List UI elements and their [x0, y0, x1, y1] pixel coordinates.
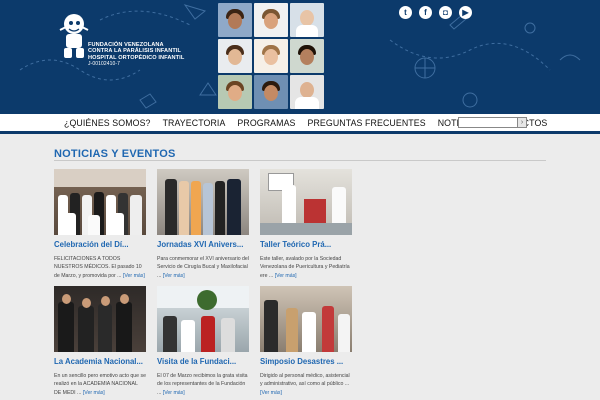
news-photo[interactable] [260, 169, 352, 235]
news-excerpt: FELICITACIONES A TODOS NUESTROS MÉDICOS.… [54, 255, 146, 280]
news-photo[interactable] [54, 286, 146, 352]
news-excerpt: El 07 de Marzo recibimos la grata visita… [157, 372, 249, 397]
children-photo-collage [218, 3, 362, 111]
read-more-link[interactable]: [Ver más] [123, 273, 145, 279]
facebook-icon[interactable]: f [419, 6, 432, 19]
child-photo [218, 75, 252, 109]
news-excerpt: En un sencillo pero emotivo acto que se … [54, 372, 146, 397]
social-links: t f ◘ ▶ [399, 6, 472, 19]
news-card: Jornadas XVI Anivers... Para conmemorar … [157, 169, 249, 280]
read-more-link[interactable]: [Ver más] [83, 390, 105, 396]
child-photo [290, 3, 324, 37]
nav-item-programas[interactable]: PROGRAMAS [231, 118, 301, 128]
news-photo[interactable] [157, 286, 249, 352]
child-photo [218, 3, 252, 37]
child-photo [254, 39, 288, 73]
main-navigation: ¿QUIÉNES SOMOS? TRAYECTORIA PROGRAMAS PR… [0, 114, 600, 134]
news-card: Visita de la Fundaci... El 07 de Marzo r… [157, 286, 249, 397]
nav-item-trayectoria[interactable]: TRAYECTORIA [157, 118, 232, 128]
news-card: Celebración del Dí... FELICITACIONES A T… [54, 169, 146, 280]
news-title[interactable]: Jornadas XVI Anivers... [157, 240, 249, 249]
site-header: FUNDACIÓN VENEZOLANA CONTRA LA PARÁLISIS… [0, 0, 600, 114]
read-more-link[interactable]: [Ver más] [163, 273, 185, 279]
nav-item-preguntas-frecuentes[interactable]: PREGUNTAS FRECUENTES [302, 118, 432, 128]
news-photo[interactable] [157, 169, 249, 235]
news-card: Taller Teórico Prá... Este taller, avala… [260, 169, 352, 280]
instagram-icon[interactable]: ◘ [439, 6, 452, 19]
read-more-link[interactable]: [Ver más] [260, 390, 282, 396]
news-photo[interactable] [54, 169, 146, 235]
news-title[interactable]: Simposio Desastres ... [260, 357, 352, 366]
nav-item-quienes-somos[interactable]: ¿QUIÉNES SOMOS? [58, 118, 157, 128]
twitter-icon[interactable]: t [399, 6, 412, 19]
news-card: Simposio Desastres ... Dirigido al perso… [260, 286, 352, 397]
news-title[interactable]: Celebración del Dí... [54, 240, 146, 249]
news-excerpt-text: Dirigido al personal médico, asistencial… [260, 373, 350, 388]
read-more-link[interactable]: [Ver más] [275, 273, 297, 279]
news-excerpt: Para conmemorar el XVI aniversario del S… [157, 255, 249, 280]
youtube-icon[interactable]: ▶ [459, 6, 472, 19]
search-input[interactable] [458, 117, 518, 128]
news-card: La Academia Nacional... En un sencillo p… [54, 286, 146, 397]
empty-collage-cell [326, 39, 360, 73]
search-button[interactable]: › [517, 117, 527, 128]
news-title[interactable]: Taller Teórico Prá... [260, 240, 352, 249]
news-excerpt: Dirigido al personal médico, asistencial… [260, 372, 352, 397]
news-photo[interactable] [260, 286, 352, 352]
org-rif: J-00102410-7 [88, 61, 121, 68]
empty-collage-cell [326, 75, 360, 109]
news-excerpt: Este taller, avalado por la Sociedad Ven… [260, 255, 352, 280]
child-photo [254, 75, 288, 109]
read-more-link[interactable]: [Ver más] [163, 390, 185, 396]
child-photo [290, 39, 324, 73]
child-photo [218, 39, 252, 73]
empty-collage-cell [326, 3, 360, 37]
news-title[interactable]: La Academia Nacional... [54, 357, 146, 366]
child-photo [290, 75, 324, 109]
child-photo [254, 3, 288, 37]
organization-name: FUNDACIÓN VENEZOLANA CONTRA LA PARÁLISIS… [88, 42, 184, 68]
news-title[interactable]: Visita de la Fundaci... [157, 357, 249, 366]
section-title: NOTICIAS Y EVENTOS [54, 148, 176, 160]
section-divider [54, 160, 546, 161]
news-excerpt-text: Este taller, avalado por la Sociedad Ven… [260, 256, 350, 279]
org-line: CONTRA LA PARÁLISIS INFANTIL [88, 48, 182, 55]
